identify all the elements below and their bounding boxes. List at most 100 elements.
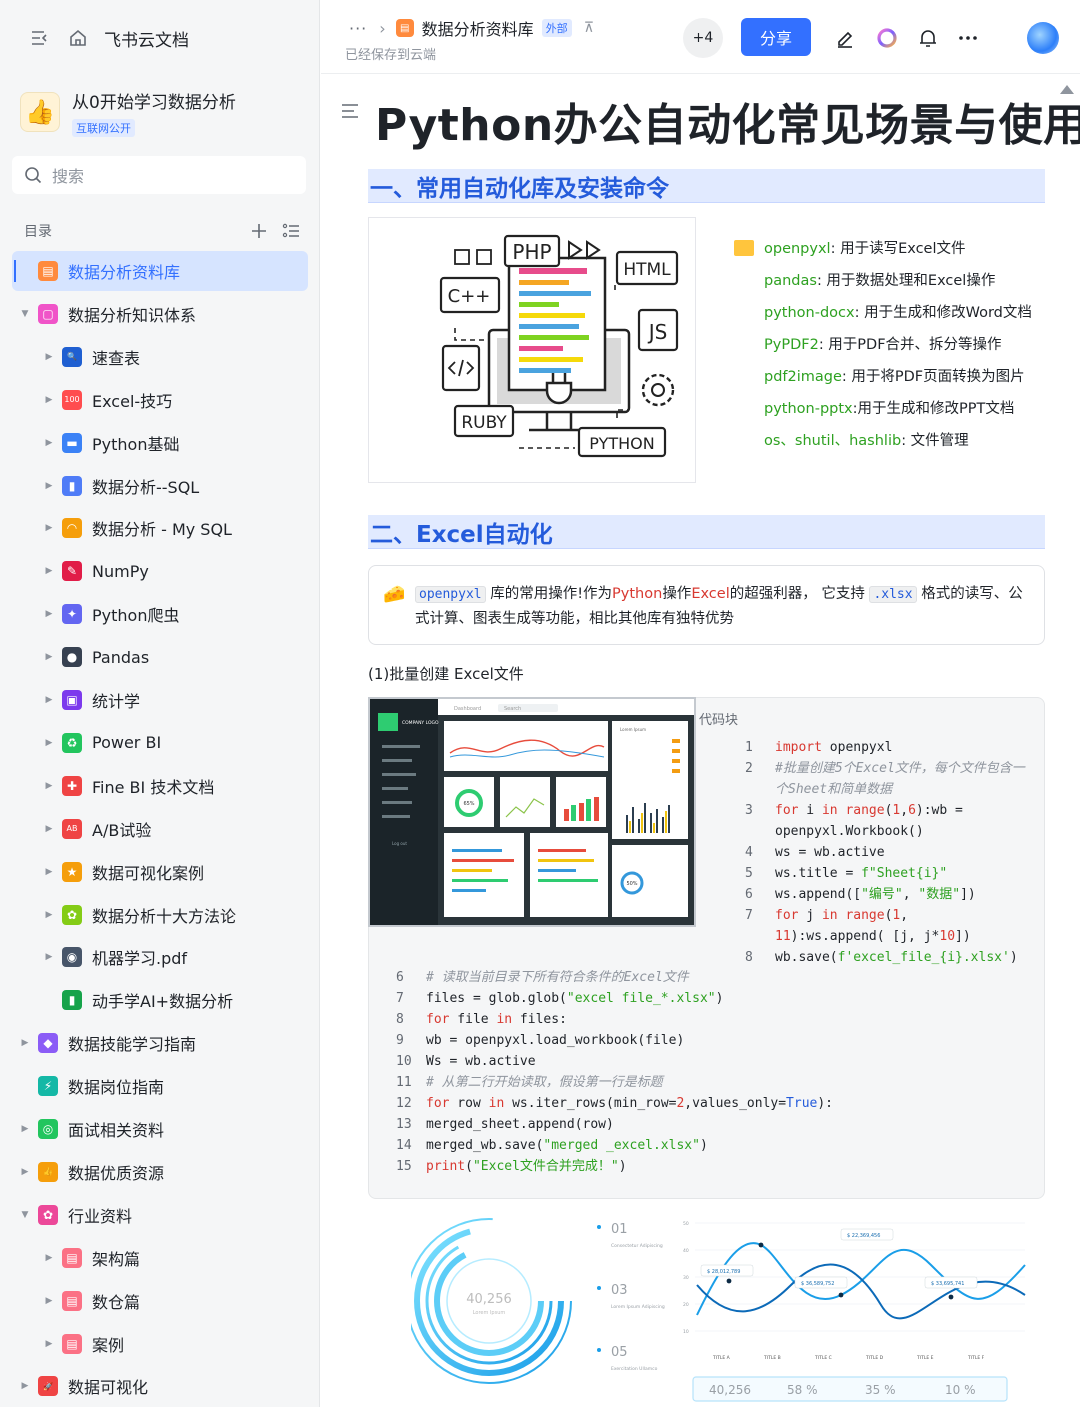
sidebar-item[interactable]: ▶ ✿ 数据分析十大方法论 (12, 895, 308, 935)
item-icon: ⚡ (38, 1076, 58, 1097)
sidebar-item-label: 数据可视化案例 (92, 863, 205, 883)
chevron-right-icon[interactable]: ▶ (44, 824, 54, 834)
chevron-right-icon[interactable]: ▶ (44, 566, 54, 576)
chevron-right-icon[interactable]: ▶ (20, 1038, 30, 1048)
chevron-right-icon[interactable]: ▶ (44, 395, 54, 405)
sidebar-item-label: 数据分析知识体系 (68, 305, 197, 325)
chevron-right-icon[interactable]: ▶ (44, 1339, 54, 1349)
chevron-right-icon[interactable]: ▶ (44, 652, 54, 662)
item-icon: ✿ (62, 904, 82, 925)
sidebar-item[interactable]: ▶ ▤ 案例 (12, 1324, 308, 1364)
dash-logout: Log out (392, 841, 407, 846)
sidebar-item-label: Power BI (92, 733, 162, 753)
sidebar-item[interactable]: ▶ ✦ Python爬虫 (12, 594, 308, 634)
sidebar-item[interactable]: ▶ 👍 数据优质资源 (12, 1152, 308, 1192)
sidebar-item-label: 动手学AI+数据分析 (92, 992, 234, 1012)
step-number: 05 (611, 1345, 628, 1360)
space-card[interactable]: 👍 从0开始学习数据分析 互联网公开 (20, 82, 310, 142)
breadcrumb-more-button[interactable]: ··· (349, 19, 367, 38)
breadcrumb-doc-name[interactable]: 数据分析资料库 (422, 16, 534, 40)
item-icon: 🚀 (38, 1376, 58, 1397)
chevron-right-icon[interactable]: ▶ (44, 438, 54, 448)
chevron-right-icon[interactable]: ▶ (20, 1167, 30, 1177)
sidebar-item[interactable]: ⚡ 数据岗位指南 (12, 1066, 308, 1106)
add-icon[interactable] (250, 222, 268, 240)
chevron-right-icon[interactable]: ▶ (44, 352, 54, 362)
home-icon[interactable] (66, 26, 90, 50)
sidebar-item[interactable]: ▶ ▤ 架构篇 (12, 1238, 308, 1278)
chevron-down-icon[interactable]: ▼ (20, 309, 30, 319)
item-icon: ▮ (62, 990, 82, 1011)
search-input[interactable]: 搜索 (12, 156, 306, 194)
sidebar-item[interactable]: ▶ ▬ Python基础 (12, 423, 308, 463)
item-icon: ✦ (62, 604, 82, 625)
sidebar-item[interactable]: ▶ ★ 数据可视化案例 (12, 852, 308, 892)
chevron-right-icon[interactable]: ▶ (44, 910, 54, 920)
value-callout: $ 28,012,789 (707, 1269, 740, 1275)
sidebar-item[interactable]: ▶ ◉ 机器学习.pdf (12, 937, 308, 977)
share-button[interactable]: 分享 (741, 18, 811, 56)
sidebar-item[interactable]: ▼ ✿ 行业资料 (12, 1195, 308, 1235)
sidebar-item[interactable]: ▶ ✚ Fine BI 技术文档 (12, 766, 308, 806)
sidebar-item-label: 数据分析--SQL (92, 477, 200, 497)
sidebar-item[interactable]: ▶ ◠ 数据分析 - My SQL (12, 508, 308, 548)
more-icon[interactable] (956, 26, 980, 50)
sidebar-item-label: 架构篇 (92, 1249, 141, 1269)
edit-icon[interactable] (833, 26, 857, 50)
sidebar-item-label: Excel-技巧 (92, 391, 173, 411)
chevron-right-icon[interactable]: ▶ (20, 1381, 30, 1391)
chevron-right-icon[interactable]: ▶ (44, 609, 54, 619)
item-icon: AB (62, 818, 82, 839)
sidebar-item[interactable]: ▼ ▢ 数据分析知识体系 (12, 294, 308, 334)
sidebar-item[interactable]: ▶ ▣ 统计学 (12, 680, 308, 720)
sidebar-item[interactable]: ▤ 数据分析资料库 (12, 251, 308, 291)
chevron-right-icon: › (379, 18, 386, 38)
code-line: 5 ws.title = f"Sheet{i}" (745, 866, 948, 881)
dash-pct65: 65% (463, 801, 474, 807)
ai-assistant-icon[interactable] (875, 26, 899, 50)
code-line: 9 wb = openpyxl.load_workbook(file) (396, 1033, 685, 1048)
sidebar-item[interactable]: ▶ ◆ 数据技能学习指南 (12, 1023, 308, 1063)
stat-value: 58 % (787, 1383, 818, 1397)
sidebar-item[interactable]: ▶ ● Pandas (12, 637, 308, 677)
sidebar-item[interactable]: ▶ 🚀 数据可视化 (12, 1366, 308, 1406)
chevron-right-icon[interactable]: ▶ (44, 523, 54, 533)
sidebar-item[interactable]: ▶ 100 Excel-技巧 (12, 380, 308, 420)
pin-icon[interactable]: ⊼ (584, 20, 594, 36)
item-icon: ♻ (62, 732, 82, 753)
list-icon[interactable] (282, 222, 300, 240)
chevron-right-icon[interactable]: ▶ (20, 1124, 30, 1134)
chevron-right-icon[interactable]: ▶ (44, 481, 54, 491)
dash-pct50: 50% (626, 881, 637, 887)
user-avatar[interactable] (1027, 22, 1059, 54)
sidebar-item[interactable]: ▶ ▤ 数仓篇 (12, 1281, 308, 1321)
sidebar-item-label: 数仓篇 (92, 1292, 141, 1312)
code-line: 7 for j in range(1, (745, 908, 909, 923)
item-icon: ▢ (38, 303, 58, 324)
collaborators-button[interactable]: +4 (683, 18, 723, 58)
sidebar: 飞书云文档 👍 从0开始学习数据分析 互联网公开 搜索 目录 ▤ 数据分析资料库 ▼… (0, 0, 320, 1407)
chevron-right-icon[interactable]: ▶ (44, 738, 54, 748)
chevron-right-icon[interactable]: ▶ (44, 1253, 54, 1263)
sidebar-item[interactable]: ▶ AB A/B试验 (12, 809, 308, 849)
chevron-right-icon[interactable]: ▶ (44, 781, 54, 791)
sidebar-item[interactable]: ▶ ◎ 面试相关资料 (12, 1109, 308, 1149)
sidebar-item[interactable]: ▶ 🔍 速查表 (12, 337, 308, 377)
step-text: Lorem Ipsum Adipiscing (611, 1304, 665, 1310)
sidebar-item[interactable]: ▶ ✎ NumPy (12, 551, 308, 591)
bell-icon[interactable] (916, 26, 940, 50)
doc-icon: ▤ (395, 19, 414, 37)
chevron-down-icon[interactable]: ▼ (20, 1210, 30, 1220)
collapse-sidebar-icon[interactable] (28, 26, 52, 50)
chevron-right-icon[interactable]: ▶ (44, 952, 54, 962)
sidebar-item[interactable]: ▶ ▮ 数据分析--SQL (12, 466, 308, 506)
chevron-right-icon[interactable]: ▶ (44, 1296, 54, 1306)
code-line: 11):ws.append( [j, j*10]) (775, 929, 971, 944)
x-tick: TITLE C (814, 1355, 832, 1361)
sidebar-item[interactable]: ▮ 动手学AI+数据分析 (12, 980, 308, 1020)
brand-name[interactable]: 飞书云文档 (104, 26, 189, 51)
chevron-right-icon[interactable]: ▶ (44, 867, 54, 877)
chevron-right-icon[interactable]: ▶ (44, 695, 54, 705)
item-icon: ✚ (62, 775, 82, 796)
sidebar-item[interactable]: ▶ ♻ Power BI (12, 723, 308, 763)
